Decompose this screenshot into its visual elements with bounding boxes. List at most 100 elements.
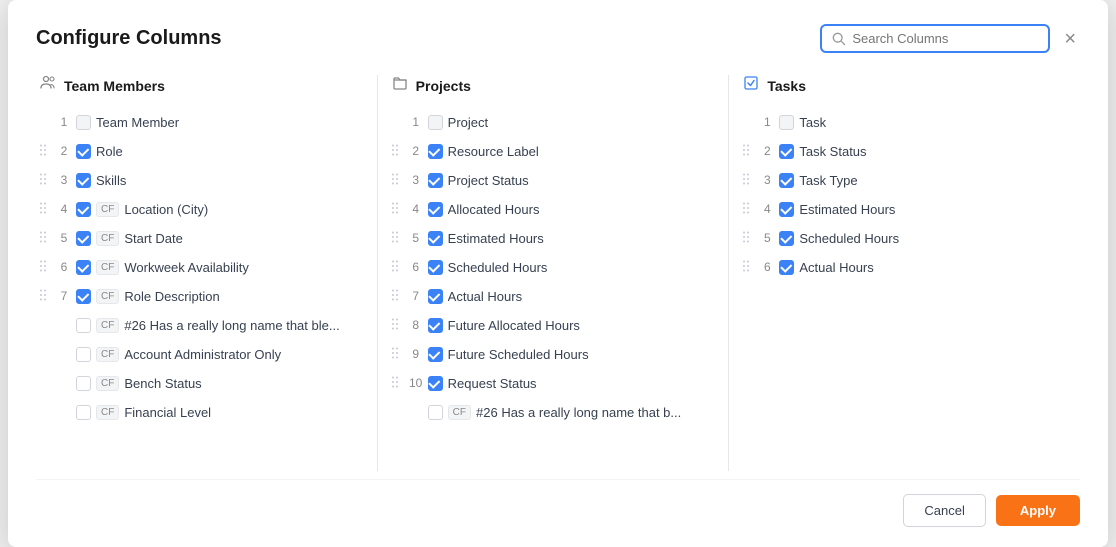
drag-handle-icon[interactable] bbox=[390, 230, 404, 247]
cancel-button[interactable]: Cancel bbox=[903, 494, 985, 527]
list-item: CF#26 Has a really long name that b... bbox=[388, 398, 719, 426]
row-number: 7 bbox=[409, 289, 423, 303]
section-header-team-members: Team Members bbox=[36, 75, 367, 96]
column-label: Financial Level bbox=[124, 405, 211, 420]
column-checkbox[interactable] bbox=[779, 231, 794, 246]
column-checkbox[interactable] bbox=[428, 202, 443, 217]
column-checkbox[interactable] bbox=[76, 405, 91, 420]
list-item: 2Role bbox=[36, 137, 367, 165]
column-checkbox[interactable] bbox=[76, 202, 91, 217]
section-header-projects: Projects bbox=[388, 75, 719, 96]
cf-badge: CF bbox=[96, 347, 119, 362]
column-checkbox[interactable] bbox=[428, 318, 443, 333]
list-item: CF Account Administrator Only bbox=[36, 340, 367, 368]
column-checkbox[interactable] bbox=[76, 289, 91, 304]
column-label: Allocated Hours bbox=[448, 202, 540, 217]
search-input[interactable] bbox=[852, 31, 1038, 46]
column-checkbox[interactable] bbox=[428, 347, 443, 362]
column-label: Future Scheduled Hours bbox=[448, 347, 589, 362]
column-label: Estimated Hours bbox=[799, 202, 895, 217]
row-number: 10 bbox=[409, 376, 423, 390]
column-label: #26 Has a really long name that b... bbox=[476, 405, 681, 420]
row-number: 2 bbox=[409, 144, 423, 158]
drag-handle-icon[interactable] bbox=[38, 259, 52, 276]
list-item: 2Task Status bbox=[739, 137, 1070, 165]
column-label: #26 Has a really long name that ble... bbox=[124, 318, 339, 333]
drag-handle-icon[interactable] bbox=[38, 230, 52, 247]
drag-handle-icon[interactable] bbox=[741, 259, 755, 276]
column-checkbox[interactable] bbox=[428, 144, 443, 159]
drag-handle-icon[interactable] bbox=[390, 375, 404, 392]
column-label: Account Administrator Only bbox=[124, 347, 281, 362]
column-label: Project bbox=[448, 115, 488, 130]
column-checkbox[interactable] bbox=[428, 289, 443, 304]
list-item: 5Estimated Hours bbox=[388, 224, 719, 252]
drag-handle-icon[interactable] bbox=[741, 172, 755, 189]
drag-handle-icon[interactable] bbox=[38, 172, 52, 189]
column-checkbox[interactable] bbox=[76, 231, 91, 246]
row-number: 1 bbox=[760, 115, 774, 129]
section-title-tasks: Tasks bbox=[767, 78, 806, 94]
column-checkbox[interactable] bbox=[76, 347, 91, 362]
drag-handle-icon[interactable] bbox=[38, 201, 52, 218]
drag-handle-icon[interactable] bbox=[38, 143, 52, 160]
row-number: 6 bbox=[409, 260, 423, 274]
row-number: 2 bbox=[760, 144, 774, 158]
column-checkbox[interactable] bbox=[779, 144, 794, 159]
column-checkbox[interactable] bbox=[76, 260, 91, 275]
column-checkbox[interactable] bbox=[428, 260, 443, 275]
list-item: 3Task Type bbox=[739, 166, 1070, 194]
list-item: 10Request Status bbox=[388, 369, 719, 397]
column-label: Actual Hours bbox=[448, 289, 522, 304]
drag-handle-icon[interactable] bbox=[38, 288, 52, 305]
column-label: Scheduled Hours bbox=[799, 231, 899, 246]
column-checkbox[interactable] bbox=[76, 173, 91, 188]
column-checkbox[interactable] bbox=[76, 318, 91, 333]
column-checkbox[interactable] bbox=[428, 173, 443, 188]
list-item: CF#26 Has a really long name that ble... bbox=[36, 311, 367, 339]
drag-handle-icon[interactable] bbox=[741, 230, 755, 247]
drag-handle-icon[interactable] bbox=[390, 346, 404, 363]
row-number: 7 bbox=[57, 289, 71, 303]
row-number: 3 bbox=[57, 173, 71, 187]
row-number: 5 bbox=[57, 231, 71, 245]
section-tasks: Tasks1Task2Task Status3Task Type4Estimat… bbox=[739, 75, 1080, 471]
column-checkbox[interactable] bbox=[76, 376, 91, 391]
drag-handle-icon[interactable] bbox=[741, 143, 755, 160]
row-number: 9 bbox=[409, 347, 423, 361]
column-checkbox[interactable] bbox=[428, 405, 443, 420]
column-checkbox[interactable] bbox=[428, 231, 443, 246]
apply-button[interactable]: Apply bbox=[996, 495, 1080, 526]
list-item: 1Team Member bbox=[36, 108, 367, 136]
column-checkbox bbox=[428, 115, 443, 130]
cf-badge: CF bbox=[96, 231, 119, 246]
column-label: Skills bbox=[96, 173, 126, 188]
drag-handle-icon[interactable] bbox=[390, 172, 404, 189]
column-checkbox[interactable] bbox=[779, 202, 794, 217]
list-item: 9 Future Scheduled Hours bbox=[388, 340, 719, 368]
drag-handle-icon[interactable] bbox=[390, 259, 404, 276]
row-number: 8 bbox=[409, 318, 423, 332]
column-checkbox[interactable] bbox=[779, 173, 794, 188]
drag-handle-icon[interactable] bbox=[390, 288, 404, 305]
drag-handle-icon[interactable] bbox=[741, 201, 755, 218]
folder-icon bbox=[392, 75, 408, 96]
column-label: Workweek Availability bbox=[124, 260, 249, 275]
column-checkbox[interactable] bbox=[779, 260, 794, 275]
list-item: 5Scheduled Hours bbox=[739, 224, 1070, 252]
drag-handle-icon[interactable] bbox=[390, 143, 404, 160]
list-item: 7CFRole Description bbox=[36, 282, 367, 310]
close-button[interactable]: × bbox=[1060, 27, 1080, 51]
column-checkbox bbox=[779, 115, 794, 130]
column-label: Estimated Hours bbox=[448, 231, 544, 246]
list-item: 1Task bbox=[739, 108, 1070, 136]
cf-badge: CF bbox=[96, 405, 119, 420]
column-label: Role Description bbox=[124, 289, 219, 304]
column-checkbox[interactable] bbox=[76, 144, 91, 159]
items-list-team-members: 1Team Member2Role3Skills4CFLocation (Cit… bbox=[36, 108, 367, 426]
section-title-team-members: Team Members bbox=[64, 78, 165, 94]
drag-handle-icon[interactable] bbox=[390, 201, 404, 218]
row-number: 2 bbox=[57, 144, 71, 158]
drag-handle-icon[interactable] bbox=[390, 317, 404, 334]
column-checkbox[interactable] bbox=[428, 376, 443, 391]
